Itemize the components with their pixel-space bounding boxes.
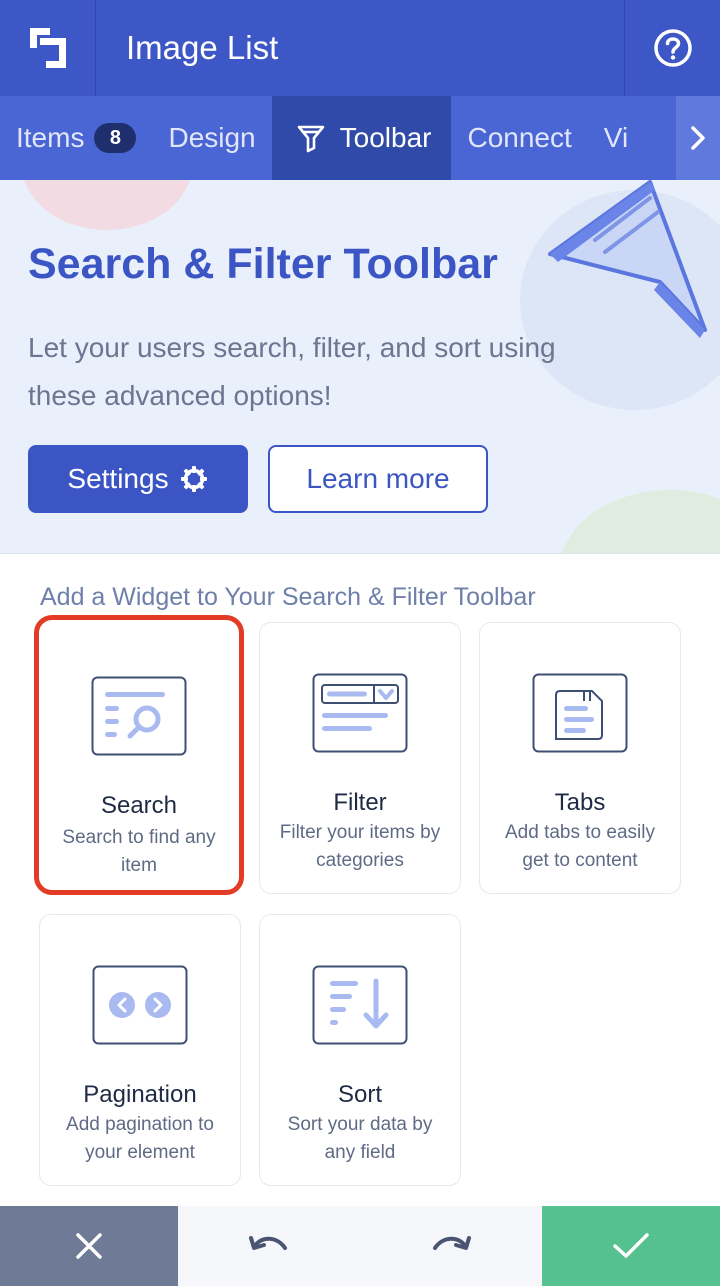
redo-icon	[433, 1236, 471, 1250]
widget-title: Filter	[333, 789, 387, 816]
widget-description: Filter your items by categories	[279, 822, 441, 871]
widget-title: Search	[100, 792, 178, 819]
learn-more-button[interactable]: Learn more	[268, 445, 488, 513]
widget-card-search[interactable]: Search Search to find any item	[34, 615, 244, 895]
tab-label: Items	[16, 122, 85, 153]
widget-description: Add pagination to your element	[66, 1114, 214, 1163]
pagination-widget-icon	[92, 965, 188, 1050]
checkmark-icon	[613, 1233, 649, 1258]
widget-card-filter[interactable]: Filter Filter your items by categories	[259, 622, 461, 894]
items-count-badge: 8	[94, 123, 137, 153]
toolbar-banner: Search & Filter Toolbar Let your users s…	[0, 180, 720, 554]
tab-design[interactable]: Design	[152, 96, 271, 180]
tab-label: Connect	[467, 122, 572, 153]
widgets-section-title: Add a Widget to Your Search & Filter Too…	[40, 583, 536, 611]
cancel-button[interactable]	[0, 1206, 178, 1286]
close-icon	[76, 1233, 102, 1259]
tab-items[interactable]: Items 8	[0, 96, 152, 180]
tab-toolbar[interactable]: Toolbar	[271, 96, 452, 180]
widget-title: Sort	[337, 1081, 382, 1108]
tab-label: Vi	[603, 122, 629, 153]
app-header: Image List	[0, 0, 720, 96]
logo-icon	[29, 28, 66, 68]
widget-title: Pagination	[83, 1081, 197, 1108]
help-icon	[653, 29, 692, 67]
tab-view[interactable]: Vi	[588, 96, 644, 180]
tab-connect[interactable]: Connect	[451, 96, 587, 180]
widget-card-pagination[interactable]: Pagination Add pagination to your elemen…	[39, 914, 241, 1186]
chevron-right-icon	[691, 126, 705, 150]
app-logo[interactable]	[0, 0, 96, 96]
bottom-action-bar	[0, 1206, 720, 1286]
settings-label: Settings	[67, 463, 169, 494]
help-button[interactable]	[624, 0, 720, 96]
confirm-button[interactable]	[542, 1206, 720, 1286]
tab-bar: Items 8 Design Toolbar Connect Vi	[0, 96, 720, 180]
undo-button[interactable]	[219, 1206, 319, 1286]
tab-label: Design	[168, 122, 256, 153]
widget-description: Search to find any item	[62, 827, 216, 876]
app-title: Image List	[126, 29, 279, 66]
widget-description: Add tabs to easily get to content	[505, 822, 655, 871]
widget-card-tabs[interactable]: Tabs Add tabs to easily get to content	[479, 622, 681, 894]
tabs-widget-icon	[532, 673, 628, 758]
funnel-icon	[296, 123, 326, 153]
gear-icon	[179, 464, 209, 494]
widget-title: Tabs	[554, 789, 606, 816]
widget-card-sort[interactable]: Sort Sort your data by any field	[259, 914, 461, 1186]
banner-description: Let your users search, filter, and sort …	[28, 332, 556, 411]
tabs-scroll-right-button[interactable]	[676, 96, 720, 180]
settings-button[interactable]: Settings	[28, 445, 248, 513]
redo-button[interactable]	[401, 1206, 501, 1286]
tab-label: Toolbar	[339, 122, 432, 153]
search-widget-icon	[91, 676, 187, 761]
undo-icon	[249, 1236, 287, 1250]
sort-widget-icon	[312, 965, 408, 1050]
banner-title: Search & Filter Toolbar	[28, 240, 498, 288]
filter-widget-icon	[312, 673, 408, 758]
widget-description: Sort your data by any field	[287, 1114, 433, 1163]
